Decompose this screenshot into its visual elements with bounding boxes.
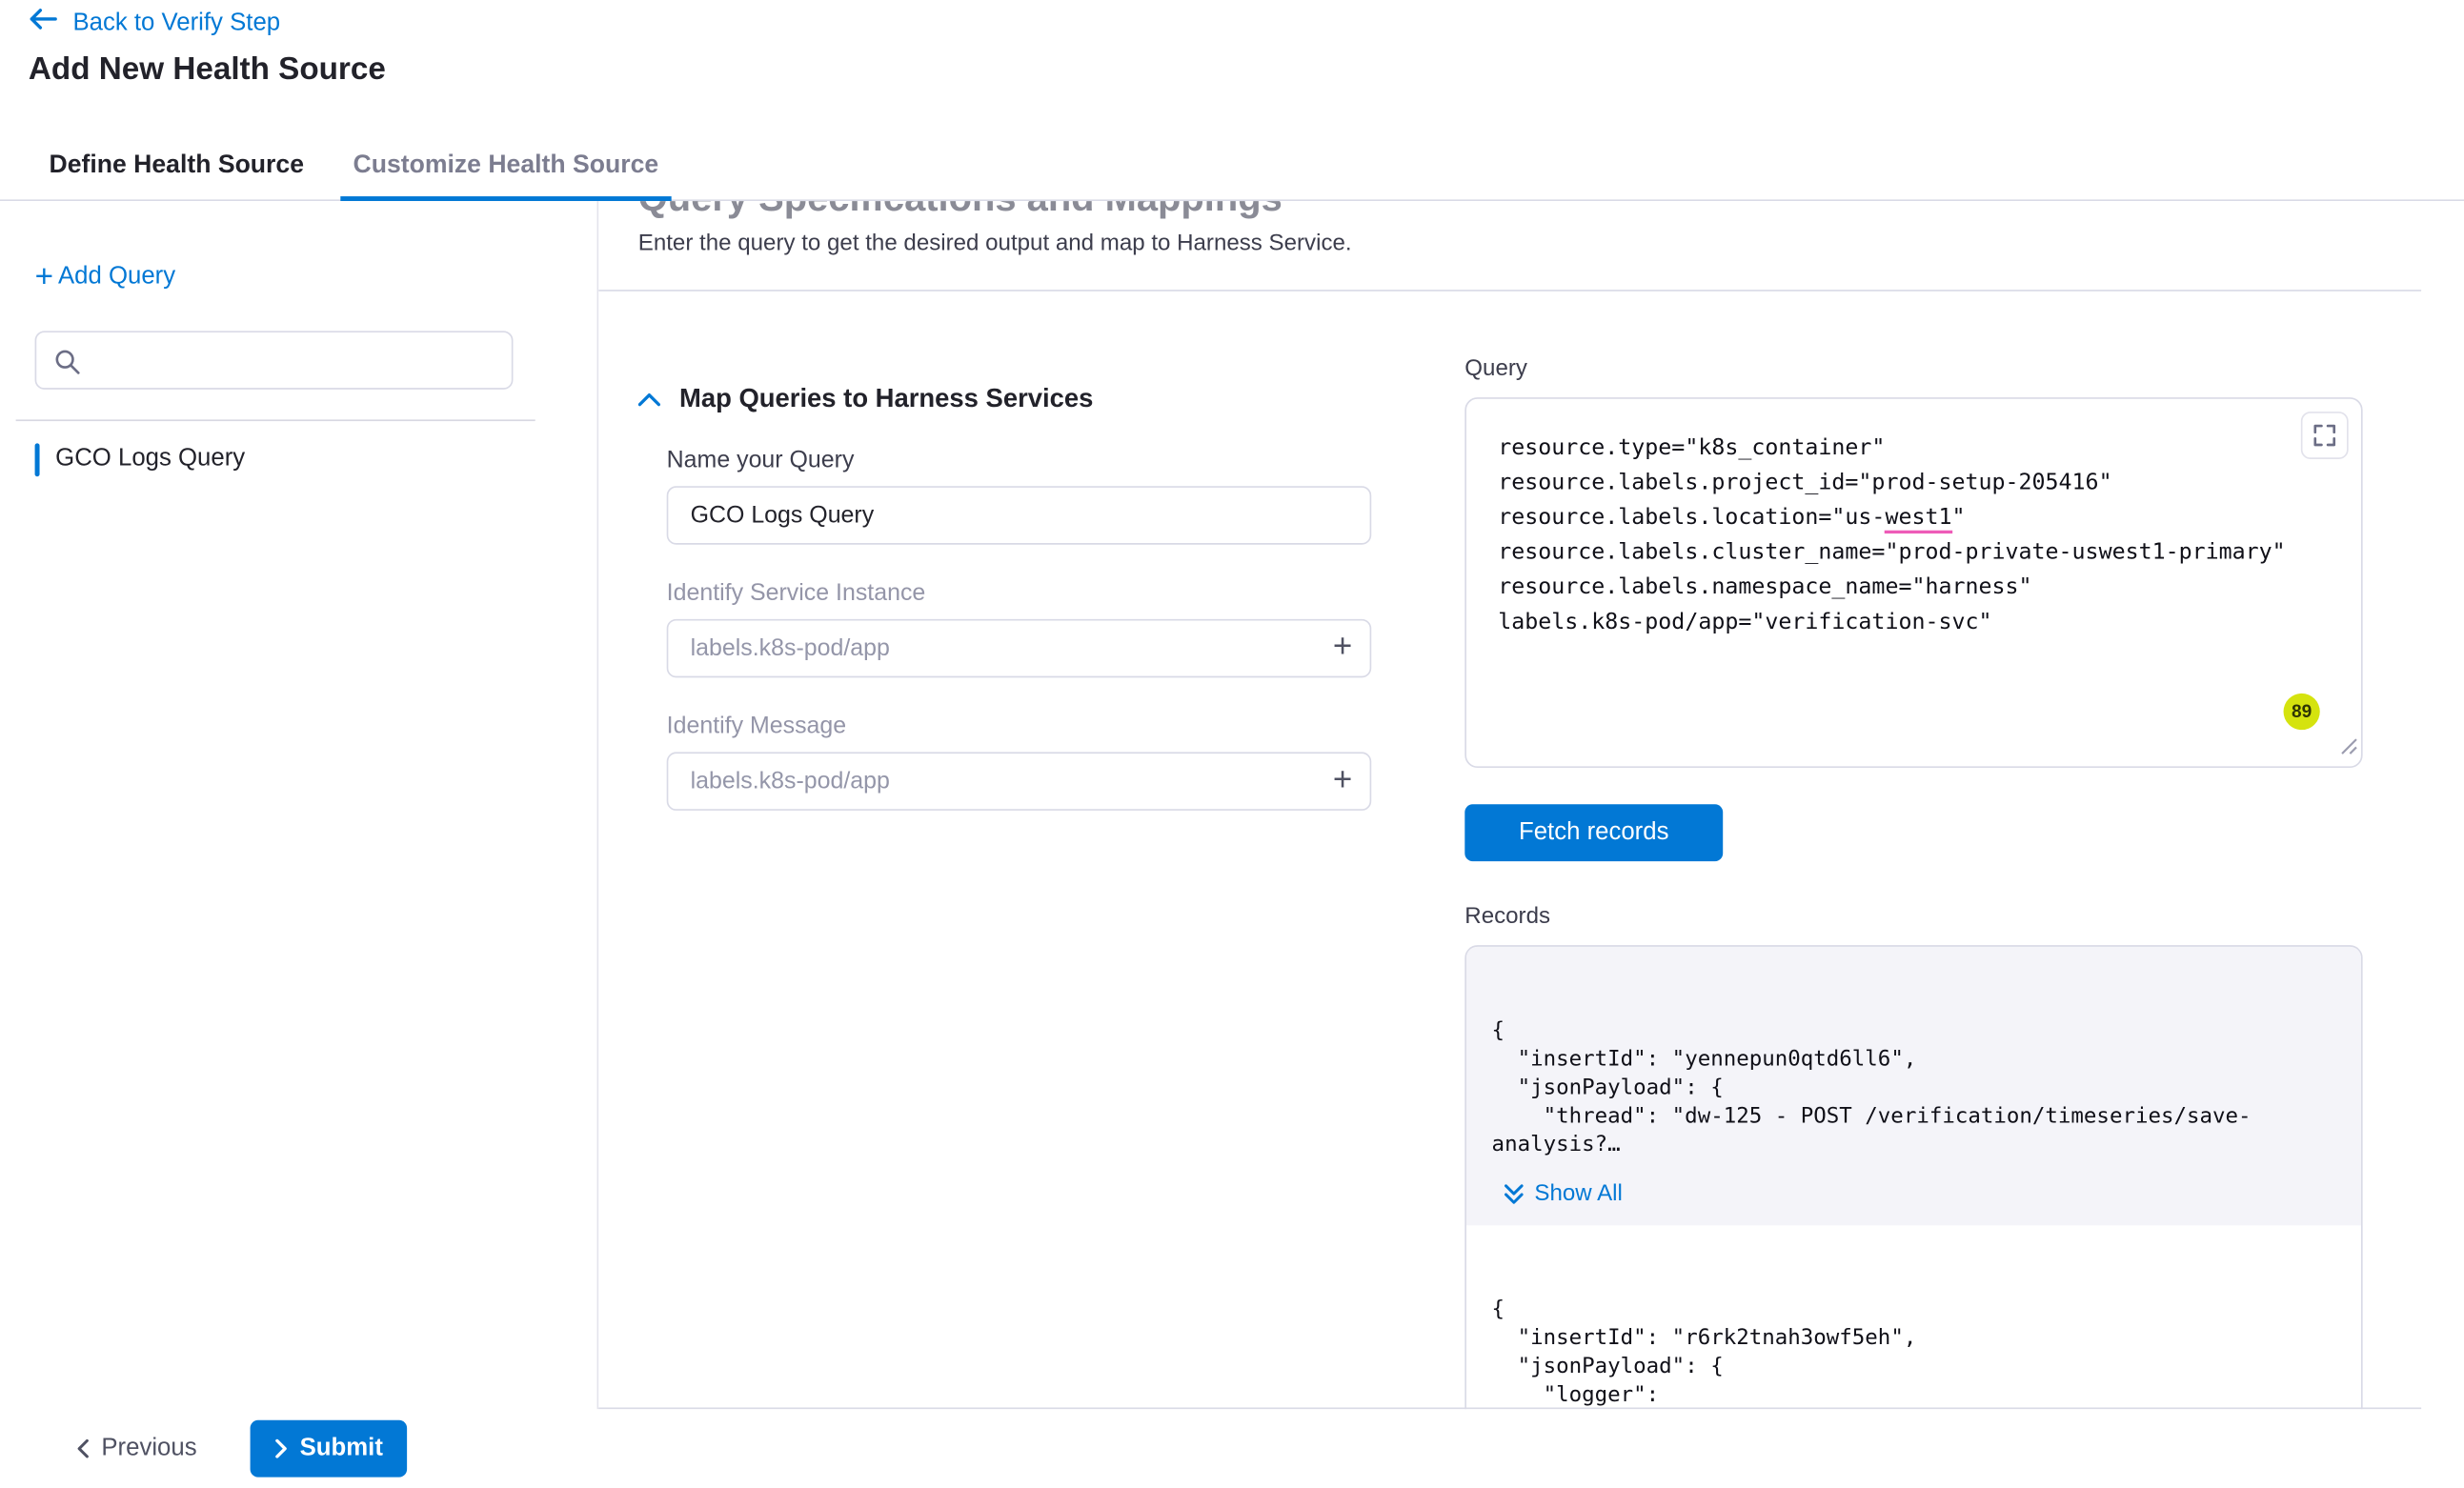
search-icon — [54, 349, 81, 375]
body-area: + Add Query GCO Logs Query Query Specifi… — [0, 201, 2464, 1409]
service-instance-label: Identify Service Instance — [667, 579, 1372, 606]
service-instance-field: + — [667, 619, 1372, 677]
submit-label: Submit — [300, 1435, 383, 1463]
record-json: { "insertId": "r6rk2tnah3owf5eh", "jsonP… — [1492, 1295, 2336, 1409]
section-title: Query Specifications and Mappings — [638, 201, 2464, 223]
section-divider — [598, 290, 2421, 292]
section-subtitle: Enter the query to get the desired outpu… — [638, 231, 2464, 257]
add-service-instance-icon[interactable]: + — [1333, 627, 1352, 668]
back-link[interactable]: Back to Verify Step — [29, 8, 280, 38]
tab-define-health-source[interactable]: Define Health Source — [36, 133, 316, 200]
chevron-left-icon — [76, 1439, 91, 1458]
back-arrow-icon — [29, 8, 59, 38]
identify-message-label: Identify Message — [667, 713, 1372, 739]
page-title: Add New Health Source — [29, 52, 386, 89]
record-item: { "insertId": "yennepun0qtd6ll6", "jsonP… — [1466, 947, 2361, 1226]
record-item: { "insertId": "r6rk2tnah3owf5eh", "jsonP… — [1466, 1225, 2361, 1409]
back-link-label: Back to Verify Step — [72, 9, 280, 37]
query-sidebar: + Add Query GCO Logs Query — [0, 201, 598, 1409]
add-query-label: Add Query — [58, 263, 175, 292]
identify-message-input[interactable] — [667, 752, 1372, 810]
tab-bar: Define Health Source Customize Health So… — [0, 133, 671, 200]
map-queries-section: Map Queries to Harness Services Name you… — [638, 385, 1366, 811]
records-panel: { "insertId": "yennepun0qtd6ll6", "jsonP… — [1464, 945, 2362, 1409]
query-item-label: GCO Logs Query — [55, 445, 245, 473]
resize-handle[interactable] — [2340, 734, 2357, 763]
query-mapping-form: Name your Query Identify Service Instanc… — [667, 447, 1372, 811]
map-section-title: Map Queries to Harness Services — [679, 385, 1093, 415]
double-chevron-down-icon — [1505, 1182, 1524, 1204]
query-section: Query resource.type="k8s_container" reso… — [1464, 354, 2362, 1409]
previous-label: Previous — [101, 1435, 196, 1463]
footer-bar: Previous Submit — [0, 1409, 2464, 1488]
plus-icon: + — [35, 261, 53, 292]
query-textarea[interactable]: resource.type="k8s_container" resource.l… — [1464, 397, 2362, 768]
query-label: Query — [1464, 356, 1527, 382]
chevron-right-icon — [274, 1439, 289, 1458]
query-search-input[interactable] — [36, 332, 512, 388]
expand-fullscreen-icon[interactable] — [2301, 412, 2349, 459]
sidebar-divider — [16, 419, 535, 421]
identify-message-field: + — [667, 752, 1372, 810]
show-all-label: Show All — [1534, 1181, 1622, 1207]
query-name-input[interactable] — [667, 486, 1372, 544]
main-content: Query Specifications and Mappings Enter … — [598, 201, 2464, 1409]
service-instance-input[interactable] — [667, 619, 1372, 677]
page-header: Back to Verify Step Add New Health Sourc… — [0, 0, 2464, 201]
record-json: { "insertId": "yennepun0qtd6ll6", "jsonP… — [1492, 1016, 2336, 1159]
show-all-link[interactable]: Show All — [1505, 1181, 1623, 1207]
records-label: Records — [1464, 904, 2362, 930]
collapse-header[interactable]: Map Queries to Harness Services — [638, 385, 1366, 415]
chevron-up-icon — [638, 392, 660, 407]
query-search — [35, 331, 514, 389]
fetch-records-button[interactable]: Fetch records — [1464, 804, 1723, 861]
previous-button[interactable]: Previous — [76, 1435, 197, 1463]
tab-customize-health-source[interactable]: Customize Health Source — [340, 133, 671, 200]
add-query-button[interactable]: + Add Query — [35, 261, 176, 292]
add-message-icon[interactable]: + — [1333, 760, 1352, 801]
submit-button[interactable]: Submit — [251, 1420, 407, 1478]
add-health-source-page: Back to Verify Step Add New Health Sourc… — [0, 0, 2464, 1488]
char-count-badge: 89 — [2284, 694, 2320, 730]
query-name-label: Name your Query — [667, 447, 1372, 473]
selected-indicator — [35, 443, 40, 476]
query-text: resource.type="k8s_container" resource.l… — [1466, 399, 2361, 640]
query-list-item[interactable]: GCO Logs Query — [35, 435, 597, 483]
content-bottom-divider — [598, 1407, 2421, 1409]
